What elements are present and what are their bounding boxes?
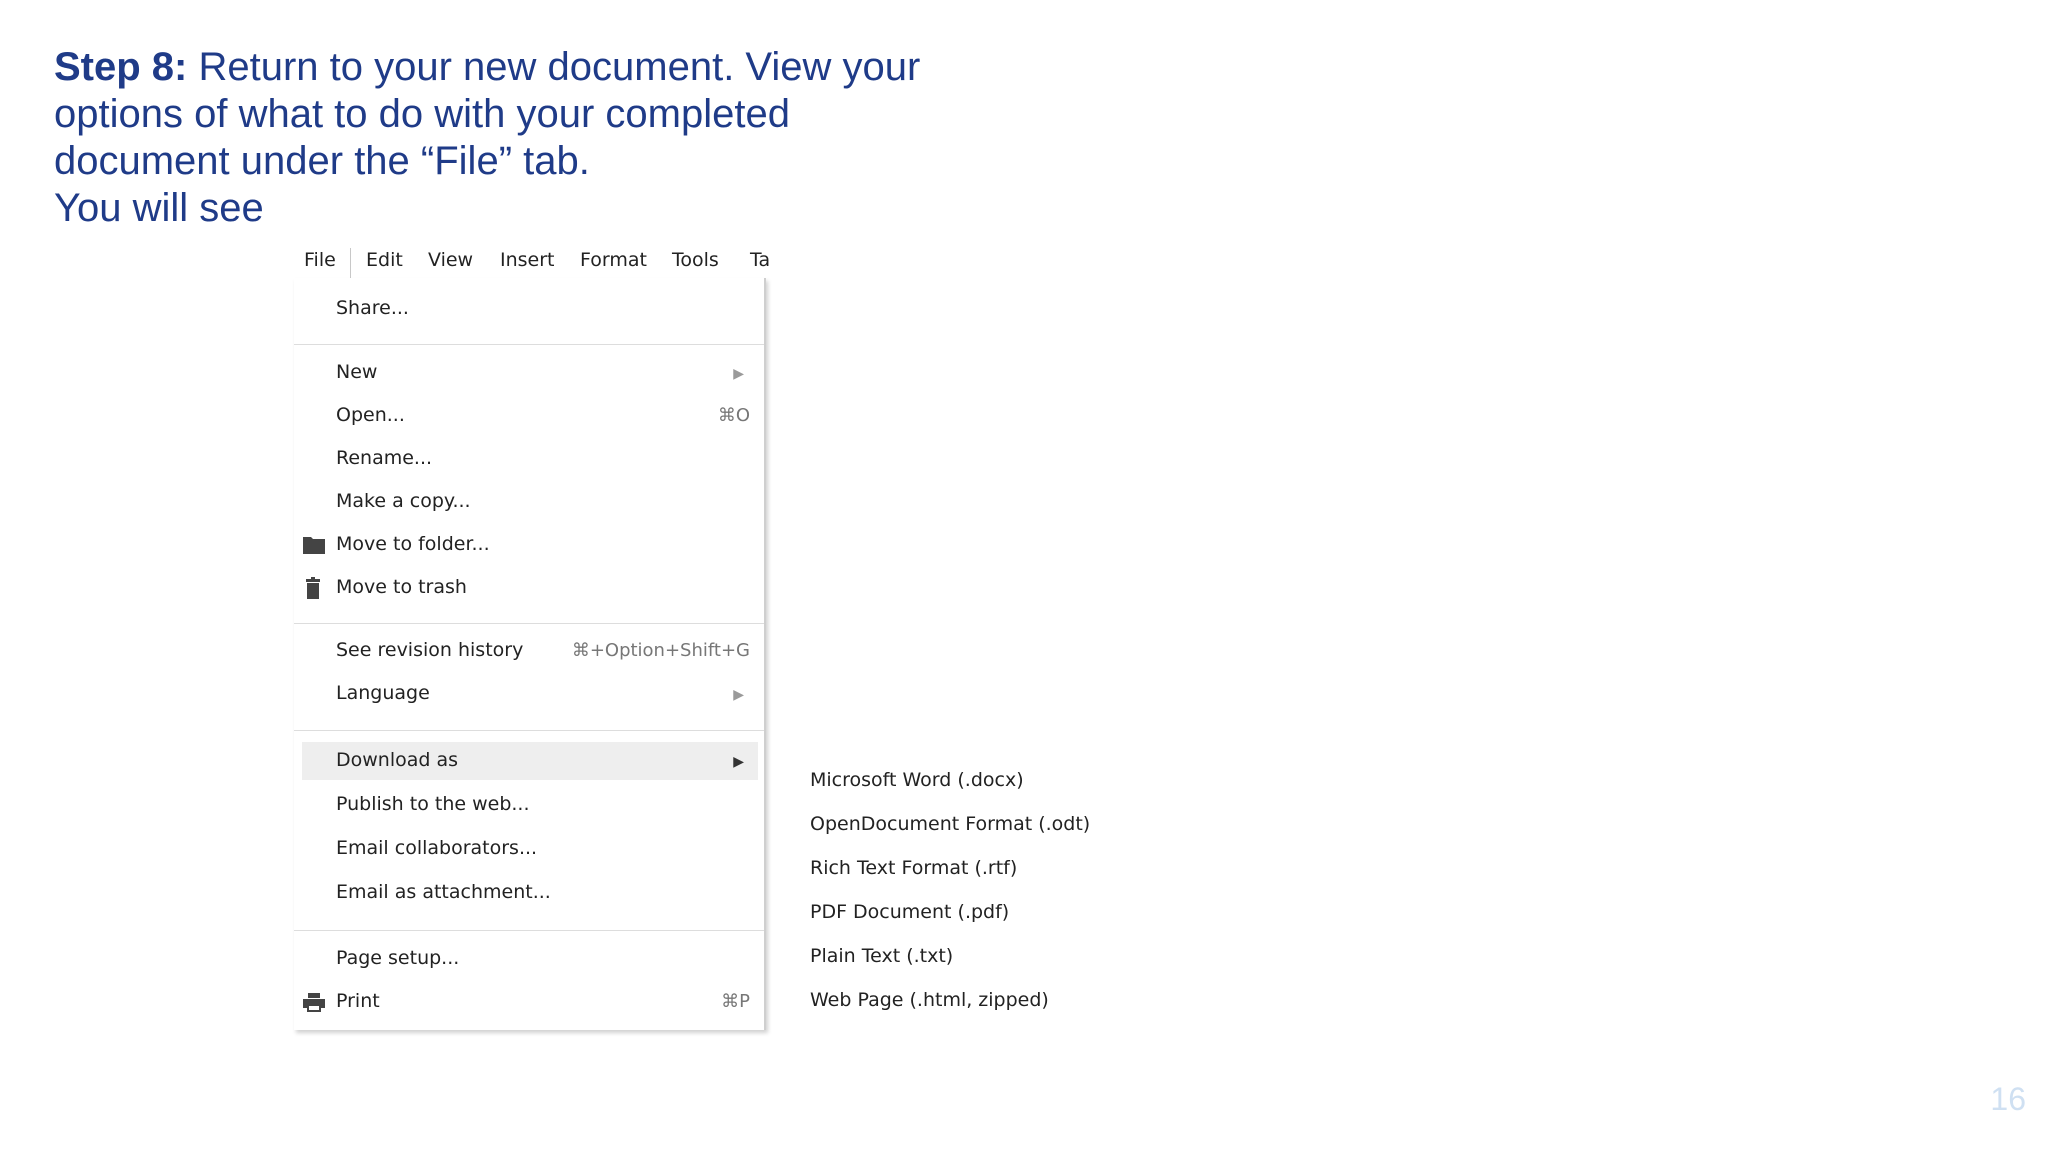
menubar-insert[interactable]: Insert: [500, 248, 555, 272]
menu-separator: [294, 930, 764, 931]
menu-item-label: Publish to the web...: [336, 793, 530, 815]
menu-item-page-setup[interactable]: Page setup...: [302, 940, 758, 978]
menubar-format[interactable]: Format: [580, 248, 647, 272]
instruction-line-3: document under the “File” tab.: [54, 139, 590, 183]
file-menu-screenshot: File Edit View Insert Format Tools Ta Sh…: [294, 244, 1130, 1044]
submenu-item-rtf[interactable]: Rich Text Format (.rtf): [810, 856, 1017, 880]
menu-item-label: Download as: [336, 749, 459, 771]
menu-item-label: See revision history: [336, 639, 524, 661]
submenu-arrow-icon: ▶: [733, 687, 744, 703]
menu-item-open[interactable]: Open... ⌘O: [302, 397, 758, 435]
submenu-arrow-icon: ▶: [733, 754, 744, 770]
trash-icon: [302, 577, 326, 599]
instruction-line-4: You will see: [54, 186, 264, 230]
menu-item-revision-history[interactable]: See revision history ⌘+Option+Shift+G: [302, 632, 758, 670]
menu-item-print[interactable]: Print ⌘P: [302, 983, 758, 1021]
menu-item-make-copy[interactable]: Make a copy...: [302, 483, 758, 521]
menu-item-move-to-folder[interactable]: Move to folder...: [302, 526, 758, 564]
submenu-item-docx[interactable]: Microsoft Word (.docx): [810, 768, 1024, 792]
menu-item-rename[interactable]: Rename...: [302, 440, 758, 478]
submenu-item-odt[interactable]: OpenDocument Format (.odt): [810, 812, 1090, 836]
menubar-tools[interactable]: Tools: [672, 248, 719, 272]
submenu-item-pdf[interactable]: PDF Document (.pdf): [810, 900, 1009, 924]
menu-item-publish[interactable]: Publish to the web...: [302, 786, 758, 824]
menu-item-label: Email as attachment...: [336, 881, 551, 903]
menubar-edit[interactable]: Edit: [366, 248, 403, 272]
submenu-item-html[interactable]: Web Page (.html, zipped): [810, 988, 1049, 1012]
page-number: 16: [1990, 1081, 2026, 1117]
menu-item-label: New: [336, 361, 378, 383]
menu-item-label: Move to folder...: [336, 533, 490, 555]
shortcut-label: ⌘O: [717, 405, 750, 426]
menu-separator: [294, 623, 764, 624]
menubar: File Edit View Insert Format Tools Ta: [294, 244, 774, 278]
menu-item-share[interactable]: Share...: [302, 290, 758, 328]
menubar-file[interactable]: File: [304, 248, 336, 272]
menu-item-label: Print: [336, 990, 380, 1012]
menu-item-label: Rename...: [336, 447, 433, 469]
instruction-text: Step 8: Return to your new document. Vie…: [54, 44, 954, 232]
menu-item-label: Open...: [336, 404, 405, 426]
menu-item-email-collaborators[interactable]: Email collaborators...: [302, 830, 758, 868]
menu-separator: [294, 730, 764, 731]
menu-item-new[interactable]: New ▶: [302, 354, 758, 392]
shortcut-label: ⌘P: [721, 991, 750, 1012]
menu-item-download-as[interactable]: Download as ▶: [302, 742, 758, 780]
menu-item-label: Make a copy...: [336, 490, 471, 512]
folder-icon: [302, 534, 326, 556]
printer-icon: [302, 991, 326, 1013]
menu-item-label: Share...: [336, 297, 409, 319]
menu-item-language[interactable]: Language ▶: [302, 675, 758, 713]
submenu-arrow-icon: ▶: [733, 366, 744, 382]
menu-item-email-attachment[interactable]: Email as attachment...: [302, 874, 758, 912]
menu-item-label: Language: [336, 682, 430, 704]
menu-item-label: Email collaborators...: [336, 837, 538, 859]
menubar-view[interactable]: View: [428, 248, 473, 272]
instruction-line-2: options of what to do with your complete…: [54, 92, 790, 136]
menu-item-label: Page setup...: [336, 947, 460, 969]
menubar-table[interactable]: Ta: [750, 248, 770, 272]
instruction-line-1-text: Return to your new document. View your: [187, 45, 921, 89]
step-label: Step 8:: [54, 45, 188, 89]
menu-item-label: Move to trash: [336, 576, 467, 598]
menu-separator: [294, 344, 764, 345]
submenu-item-txt[interactable]: Plain Text (.txt): [810, 944, 953, 968]
menu-item-move-to-trash[interactable]: Move to trash: [302, 569, 758, 607]
instruction-line-1: Step 8: Return to your new document. Vie…: [54, 44, 954, 91]
file-menu: Share... New ▶ Open... ⌘O Rename... Make…: [294, 278, 766, 1030]
menubar-divider: [350, 248, 351, 278]
shortcut-label: ⌘+Option+Shift+G: [571, 640, 750, 661]
